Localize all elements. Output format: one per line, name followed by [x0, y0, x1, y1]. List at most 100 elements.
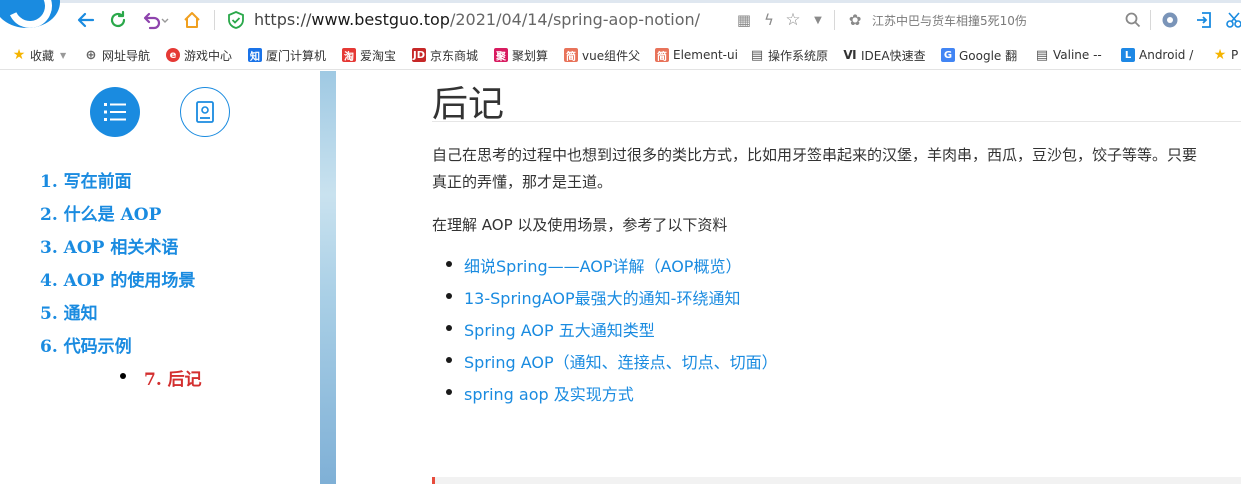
bookmark-label: vue组件父 [582, 48, 641, 63]
bookmark-item[interactable]: 淘 爱淘宝 [342, 46, 396, 64]
bookmark-item[interactable]: ⊕ 网址导航 [84, 46, 150, 64]
scissors-icon [1226, 12, 1241, 28]
search-button[interactable] [1123, 10, 1143, 30]
bookmark-label: 聚划算 [512, 48, 549, 63]
star-outline-icon: ☆ [785, 10, 801, 30]
toc-item[interactable]: 1. 写在前面 [40, 167, 202, 200]
lightning-button[interactable]: ϟ [759, 10, 779, 30]
taobao-icon: 淘 [342, 48, 356, 63]
undo-icon [143, 12, 169, 30]
search-engine-button[interactable]: ✿ [845, 10, 865, 30]
back-arrow-icon [77, 12, 95, 28]
bookmark-label: P [1231, 48, 1239, 62]
decorative-background-strip [320, 71, 336, 484]
search-icon [1125, 12, 1141, 28]
reference-link[interactable]: 13-SpringAOP最强大的通知-环绕通知 [432, 285, 778, 317]
hot-search-field[interactable]: 江苏中巴与货车相撞5死10伤 [872, 12, 1027, 29]
secure-lock[interactable] [224, 8, 248, 32]
bookmark-label: 爱淘宝 [360, 48, 397, 63]
bookmarks-bar: ★ 收藏 ▼ ⊕ 网址导航 e 游戏中心 知 厦门计算机 淘 爱淘宝 JD 京东… [0, 40, 1241, 70]
profile-card-icon [196, 101, 214, 123]
game-icon: e [166, 48, 180, 62]
toolbar-divider [834, 10, 835, 30]
toc-sidebar: 1. 写在前面 2. 什么是 AOP 3. AOP 相关术语 4. AOP 的使… [0, 71, 320, 484]
reference-link[interactable]: Spring AOP（通知、连接点、切点、切面） [432, 349, 778, 381]
bookmark-item[interactable]: ★ 收藏 ▼ [12, 46, 66, 64]
toc-item[interactable]: 5. 通知 [40, 299, 202, 332]
bookmark-label: 操作系统原 [768, 48, 829, 63]
extension-button[interactable] [1160, 10, 1180, 30]
globe-icon: ⊕ [85, 47, 97, 63]
bookmark-label: Element-ui [673, 48, 738, 62]
bookmark-label: 游戏中心 [184, 48, 233, 63]
reference-link[interactable]: spring aop 及实现方式 [432, 381, 778, 413]
idea-icon: Ⅵ [843, 48, 857, 62]
bookmark-item[interactable]: 聚 聚划算 [494, 46, 548, 64]
login-button[interactable] [1194, 10, 1214, 30]
list-icon [104, 103, 126, 121]
browser-logo[interactable] [0, 0, 60, 28]
qrcode-button[interactable]: ▦ [734, 10, 754, 30]
bookmark-item[interactable]: ▤ Valine -- [1035, 46, 1102, 64]
paragraph-line: 真正的弄懂，那才是王道。 [432, 173, 613, 191]
reference-link[interactable]: 细说Spring——AOP详解（AOP概览） [432, 253, 778, 285]
bookmark-item[interactable]: ★ P [1213, 46, 1239, 64]
bookmark-item[interactable]: L Android / [1121, 46, 1193, 64]
overview-toggle-button[interactable] [180, 87, 230, 137]
chevron-down-icon: ▼ [60, 50, 67, 60]
chevron-down-icon: ▼ [814, 14, 822, 26]
google-translate-icon: G [941, 48, 955, 62]
bookmark-label: 网址导航 [102, 48, 151, 63]
paw-icon: ✿ [848, 11, 862, 29]
home-button[interactable] [180, 8, 204, 32]
bookmark-label: 厦门计算机 [266, 48, 327, 63]
back-button[interactable] [74, 8, 98, 32]
qrcode-icon: ▦ [736, 11, 752, 29]
doc-icon: ▤ [1035, 47, 1049, 63]
toc-list: 1. 写在前面 2. 什么是 AOP 3. AOP 相关术语 4. AOP 的使… [40, 167, 202, 398]
bookmark-label: 收藏 [30, 48, 55, 63]
bookmark-item[interactable]: ▤ 操作系统原 [750, 46, 828, 64]
jianshu-icon: 简 [655, 48, 669, 63]
tab-strip-line [0, 0, 1241, 3]
address-bar[interactable]: https://www.bestguo.top/2021/04/14/sprin… [254, 10, 700, 29]
paragraph-line: 自己在思考的过程中也想到过很多的类比方式，比如用牙签串起来的汉堡，羊肉串，西瓜，… [432, 146, 1198, 164]
bookmark-label: Google 翻 [959, 48, 1018, 63]
jianshu-icon: 简 [564, 48, 578, 63]
bookmark-item[interactable]: 简 vue组件父 [564, 46, 640, 64]
address-dropdown-button[interactable]: ▼ [808, 10, 828, 30]
jd-icon: JD [412, 48, 426, 62]
shield-check-icon [228, 11, 244, 29]
toc-toggle-button[interactable] [90, 87, 140, 137]
refresh-button[interactable] [106, 8, 130, 32]
scissors-button[interactable] [1224, 10, 1241, 30]
undo-button[interactable] [140, 8, 170, 32]
bookmark-item[interactable]: JD 京东商城 [412, 46, 478, 64]
bookmark-item[interactable]: G Google 翻 [941, 46, 1017, 64]
bookmark-item[interactable]: Ⅵ IDEA快速查 [843, 46, 925, 64]
browser-toolbar: https://www.bestguo.top/2021/04/14/sprin… [0, 0, 1241, 40]
bookmark-label: Valine -- [1053, 48, 1102, 62]
toc-item[interactable]: 6. 代码示例 [40, 332, 202, 365]
toolbar-divider [1150, 10, 1151, 30]
bookmark-label: Android / [1139, 48, 1194, 62]
toolbar-divider [214, 10, 215, 30]
bookmark-item[interactable]: 知 厦门计算机 [248, 46, 326, 64]
bookmark-item[interactable]: e 游戏中心 [166, 46, 232, 64]
reference-link[interactable]: Spring AOP 五大通知类型 [432, 317, 778, 349]
extension-icon [1162, 12, 1178, 28]
toc-item-active[interactable]: 7. 后记 [40, 365, 202, 398]
url-host: www.bestguo.top [311, 10, 450, 29]
toc-item[interactable]: 3. AOP 相关术语 [40, 233, 202, 266]
paragraph: 在理解 AOP 以及使用场景，参考了以下资料 [432, 216, 728, 234]
toc-item[interactable]: 4. AOP 的使用场景 [40, 266, 202, 299]
toc-item[interactable]: 2. 什么是 AOP [40, 200, 202, 233]
juhuasuan-icon: 聚 [494, 48, 508, 63]
zhihu-icon: 知 [248, 48, 262, 63]
url-path: /2021/04/14/spring-aop-notion/ [449, 10, 701, 29]
home-icon [184, 12, 200, 28]
bookmark-item[interactable]: 简 Element-ui [655, 46, 738, 64]
article-content: 后记 自己在思考的过程中也想到过很多的类比方式，比如用牙签串起来的汉堡，羊肉串，… [336, 71, 1241, 484]
doc-icon: ▤ [750, 47, 764, 63]
bookmark-star-button[interactable]: ☆ [783, 10, 803, 30]
